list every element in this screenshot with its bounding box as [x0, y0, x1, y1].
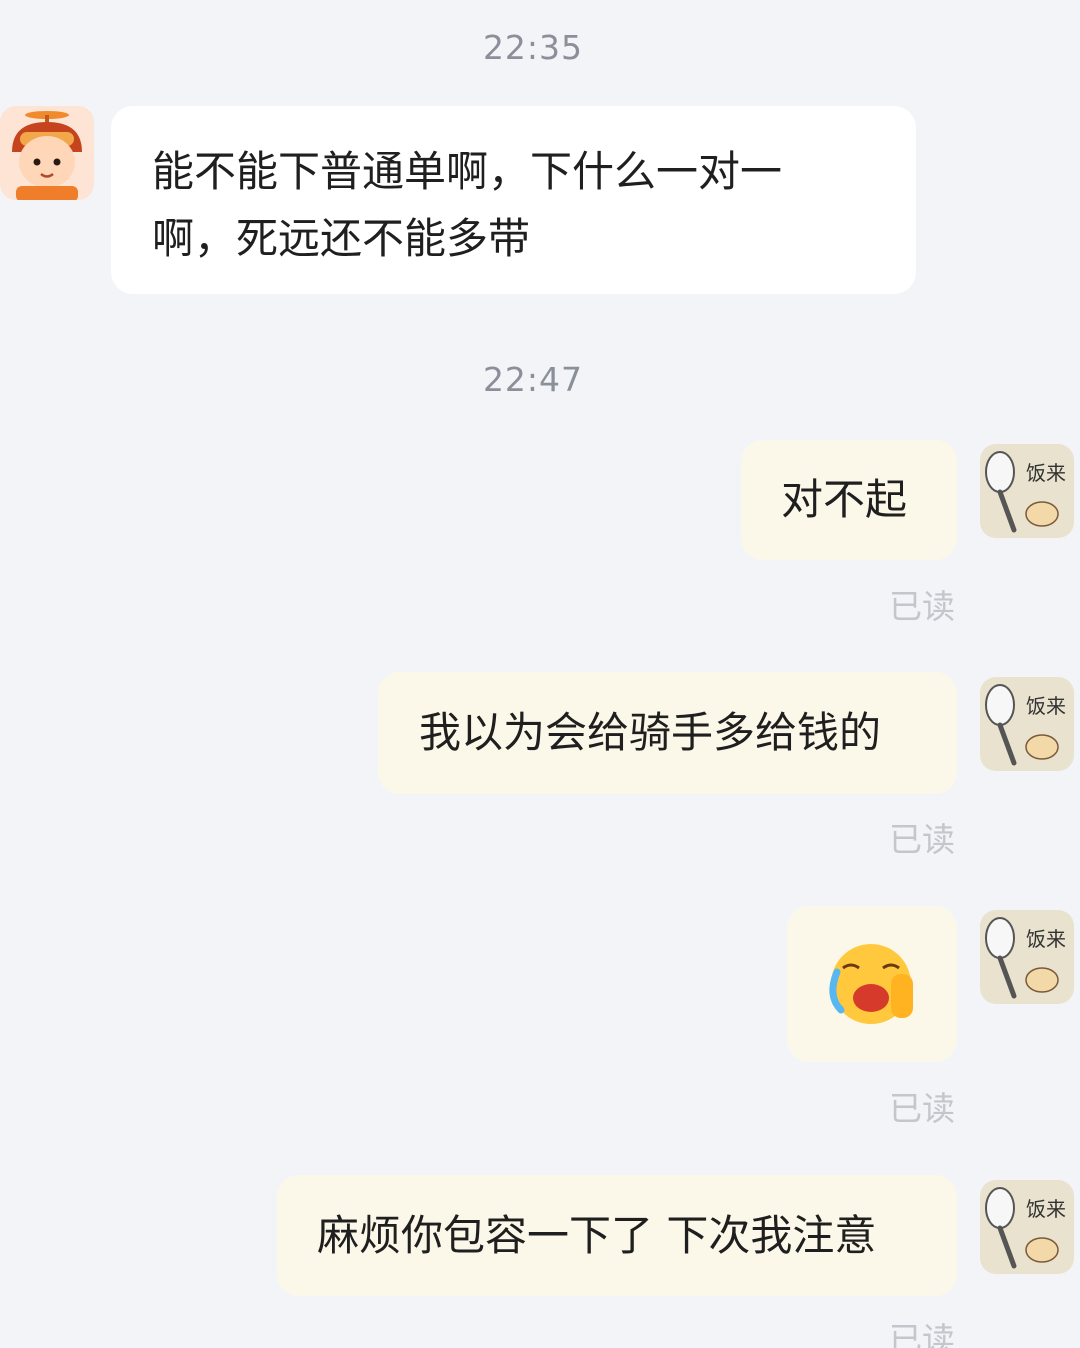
- read-status: 已读: [889, 1089, 955, 1128]
- avatar-caption: 饭来: [1026, 461, 1066, 485]
- outgoing-message-text: 麻烦你包容一下了 下次我注意: [317, 1211, 877, 1260]
- outgoing-message-bubble[interactable]: 我以为会给骑手多给钱的: [378, 672, 957, 794]
- outgoing-emoji-bubble[interactable]: 😭: [787, 906, 957, 1062]
- avatar-caption: 饭来: [1026, 1197, 1066, 1221]
- chat-view: 22:35 能不能下普通单啊，下什么一对一啊，死远还不能多带 22:47 对不起…: [0, 0, 1080, 1348]
- my-avatar[interactable]: 饭来: [980, 677, 1074, 771]
- incoming-message-bubble[interactable]: 能不能下普通单啊，下什么一对一啊，死远还不能多带: [111, 106, 916, 294]
- crying-face-emoji: 😭: [829, 944, 913, 1024]
- my-avatar[interactable]: 饭来: [980, 1180, 1074, 1274]
- avatar-caption: 饭来: [1026, 694, 1066, 718]
- timestamp: 22:47: [482, 360, 584, 399]
- read-status: 已读: [889, 587, 955, 626]
- outgoing-message-text: 对不起: [781, 475, 908, 524]
- my-avatar[interactable]: 饭来: [980, 444, 1074, 538]
- read-status: 已读: [889, 1320, 955, 1348]
- outgoing-message-bubble[interactable]: 对不起: [741, 440, 957, 560]
- timestamp: 22:35: [482, 28, 584, 67]
- outgoing-message-bubble[interactable]: 麻烦你包容一下了 下次我注意: [277, 1175, 957, 1296]
- outgoing-message-text: 我以为会给骑手多给钱的: [419, 708, 882, 757]
- rider-avatar[interactable]: [0, 106, 94, 200]
- read-status: 已读: [889, 820, 955, 859]
- incoming-message-text: 能不能下普通单啊，下什么一对一啊，死远还不能多带: [152, 147, 783, 263]
- avatar-caption: 饭来: [1026, 927, 1066, 951]
- my-avatar[interactable]: 饭来: [980, 910, 1074, 1004]
